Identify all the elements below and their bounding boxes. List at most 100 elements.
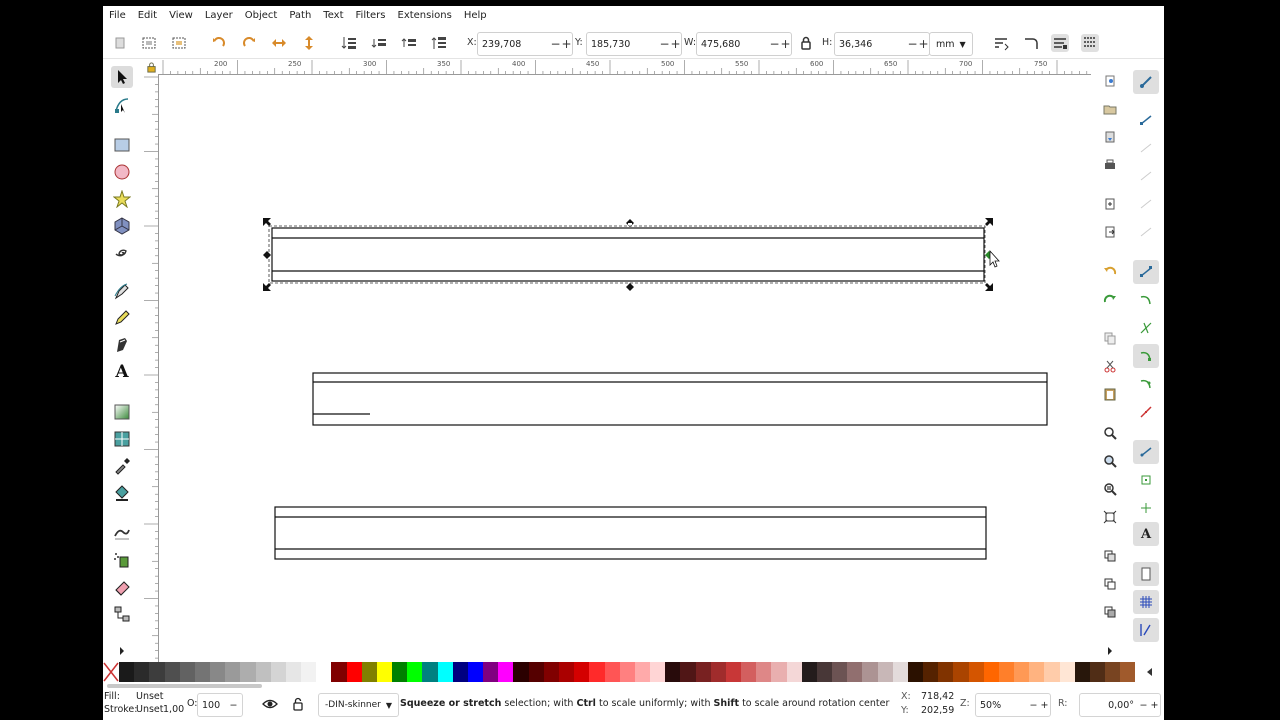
color-swatch[interactable] [1074, 662, 1090, 682]
palette-scrollbar-thumb[interactable] [107, 684, 262, 688]
color-swatch[interactable] [847, 662, 863, 682]
rotation-value[interactable]: 0,00° [1080, 700, 1138, 711]
color-swatch[interactable] [665, 662, 681, 682]
snap-others-icon[interactable] [1133, 440, 1159, 464]
export-icon[interactable] [1101, 223, 1119, 241]
color-swatch[interactable] [680, 662, 696, 682]
color-swatch[interactable] [786, 662, 802, 682]
flip-vertical-icon[interactable] [300, 34, 318, 52]
menu-help[interactable]: Help [458, 6, 493, 26]
mesh-tool-icon[interactable] [111, 428, 133, 450]
h-increment-button[interactable]: + [918, 37, 929, 51]
zoom-value[interactable]: 50% [976, 700, 1028, 711]
x-decrement-button[interactable]: − [550, 37, 561, 51]
cut-icon[interactable] [1101, 357, 1119, 375]
deselect-icon[interactable] [170, 34, 188, 52]
connector-tool-icon[interactable] [111, 603, 133, 625]
select-all-layers-icon[interactable] [140, 34, 158, 52]
layer-visibility-eye-icon[interactable] [261, 695, 279, 713]
eraser-tool-icon[interactable] [111, 576, 133, 598]
rotation-increment-button[interactable]: + [1149, 700, 1160, 711]
color-swatch[interactable] [316, 662, 332, 682]
print-icon[interactable] [1101, 156, 1119, 174]
color-swatch[interactable] [816, 662, 833, 682]
color-swatch[interactable] [483, 662, 499, 682]
color-swatch[interactable] [134, 662, 150, 682]
unlink-clone-icon[interactable] [1101, 603, 1119, 621]
x-field[interactable]: 239,708 − + [477, 32, 573, 56]
color-swatch[interactable] [225, 662, 241, 682]
menu-text[interactable]: Text [317, 6, 349, 26]
color-swatch[interactable] [255, 662, 271, 682]
lower-icon[interactable] [370, 34, 388, 52]
w-value[interactable]: 475,680 [697, 39, 769, 50]
color-swatch[interactable] [619, 662, 635, 682]
scale-corners-icon[interactable] [1022, 34, 1040, 52]
color-swatch[interactable] [1044, 662, 1060, 682]
snap-intersections-icon[interactable] [1133, 316, 1159, 340]
h-value[interactable]: 36,346 [835, 39, 907, 50]
vertical-ruler[interactable] [144, 74, 159, 666]
node-tool-icon[interactable] [111, 94, 133, 116]
color-swatch[interactable] [907, 662, 924, 682]
commands-expand-icon[interactable] [1101, 642, 1119, 660]
color-swatch[interactable] [771, 662, 787, 682]
color-swatch[interactable] [953, 662, 969, 682]
color-swatch[interactable] [437, 662, 453, 682]
color-swatch[interactable] [1120, 662, 1136, 682]
paste-icon[interactable] [1101, 385, 1119, 403]
rotate-cw-icon[interactable] [240, 34, 258, 52]
x-increment-button[interactable]: + [561, 37, 572, 51]
color-swatch[interactable] [756, 662, 772, 682]
color-swatch[interactable] [589, 662, 605, 682]
selection-handles[interactable] [263, 218, 993, 291]
color-swatch[interactable] [498, 662, 514, 682]
paint-bucket-tool-icon[interactable] [111, 482, 133, 504]
color-swatch[interactable] [741, 662, 757, 682]
y-field[interactable]: 185,730 − + [586, 32, 682, 56]
w-decrement-button[interactable]: − [769, 37, 780, 51]
lower-to-bottom-icon[interactable] [340, 34, 358, 52]
color-swatch[interactable] [832, 662, 848, 682]
color-swatch[interactable] [513, 662, 529, 682]
gradient-tool-icon[interactable] [111, 401, 133, 423]
raise-icon[interactable] [400, 34, 418, 52]
color-swatch[interactable] [346, 662, 362, 682]
color-swatch[interactable] [361, 662, 377, 682]
middle-rectangle-group[interactable] [312, 372, 1048, 426]
color-swatch[interactable] [634, 662, 651, 682]
select-all-icon[interactable] [111, 34, 129, 52]
color-swatch[interactable] [558, 662, 575, 682]
zoom-field[interactable]: 50% − + [975, 693, 1051, 717]
bottom-rectangle-group[interactable] [274, 506, 987, 560]
pen-tool-icon[interactable] [111, 280, 133, 302]
zoom-drawing-icon[interactable] [1101, 452, 1119, 470]
spray-tool-icon[interactable] [111, 549, 133, 571]
raise-to-top-icon[interactable] [430, 34, 448, 52]
color-swatch[interactable] [240, 662, 256, 682]
zoom-decrement-button[interactable]: − [1028, 700, 1039, 711]
toolbox-expand-icon[interactable] [111, 640, 133, 662]
stroke-value[interactable]: Unset [136, 704, 164, 715]
menu-filters[interactable]: Filters [350, 6, 392, 26]
menu-file[interactable]: File [103, 6, 132, 26]
color-swatch[interactable] [1029, 662, 1045, 682]
clone-icon[interactable] [1101, 575, 1119, 593]
zoom-selection-icon[interactable] [1101, 424, 1119, 442]
spiral-tool-icon[interactable] [111, 242, 133, 264]
x-value[interactable]: 239,708 [478, 39, 550, 50]
snap-grid-icon[interactable] [1133, 590, 1159, 614]
palette-menu-icon[interactable] [1135, 662, 1164, 682]
color-swatch[interactable] [422, 662, 438, 682]
color-swatch[interactable] [164, 662, 180, 682]
rotate-ccw-icon[interactable] [210, 34, 228, 52]
fill-value[interactable]: Unset [136, 691, 164, 702]
color-swatch[interactable] [998, 662, 1015, 682]
color-swatch[interactable] [149, 662, 165, 682]
color-swatch[interactable] [983, 662, 999, 682]
color-swatch[interactable] [1059, 662, 1075, 682]
save-icon[interactable] [1101, 128, 1119, 146]
menu-view[interactable]: View [163, 6, 199, 26]
snap-midpoints-icon[interactable] [1133, 400, 1159, 424]
color-swatch[interactable] [331, 662, 347, 682]
